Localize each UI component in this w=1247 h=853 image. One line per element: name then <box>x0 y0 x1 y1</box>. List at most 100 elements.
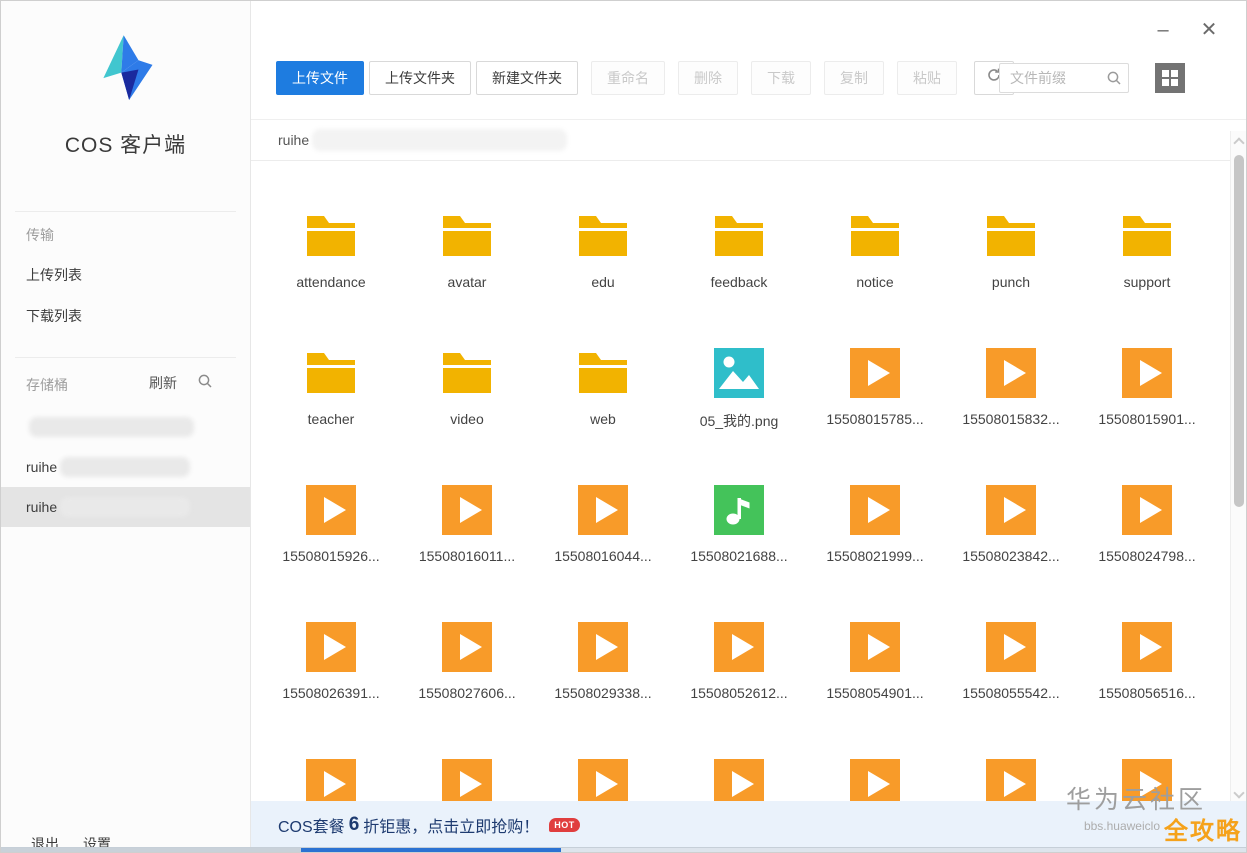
file-label: 15508055542... <box>943 685 1079 701</box>
minimize-button[interactable]: – <box>1150 17 1176 43</box>
file-label: 15508027606... <box>399 685 535 701</box>
video-icon <box>263 622 399 672</box>
file-item[interactable] <box>1079 709 1215 801</box>
video-icon <box>943 622 1079 672</box>
breadcrumb-bucket-name: ruihe <box>278 132 309 148</box>
video-icon <box>943 759 1079 801</box>
file-item[interactable]: 05_我的.png <box>671 298 807 435</box>
file-item[interactable] <box>943 709 1079 801</box>
file-item[interactable]: 15508024798... <box>1079 435 1215 572</box>
file-item[interactable]: feedback <box>671 161 807 298</box>
file-item[interactable]: 15508027606... <box>399 572 535 709</box>
sidebar-item-upload-list[interactable]: 上传列表 <box>26 265 82 285</box>
toolbar: 上传文件上传文件夹新建文件夹重命名删除下载复制粘贴 <box>276 61 1223 95</box>
folder-icon <box>807 211 943 261</box>
scrollbar-thumb[interactable] <box>1234 155 1244 507</box>
toolbar-button: 重命名 <box>591 61 665 95</box>
promo-text-after: 折钜惠，点击立即抢购！ <box>363 813 539 837</box>
breadcrumb[interactable]: ruihe <box>251 119 1247 161</box>
file-item[interactable] <box>263 709 399 801</box>
file-item[interactable]: 15508021688... <box>671 435 807 572</box>
file-item[interactable]: teacher <box>263 298 399 435</box>
folder-icon <box>263 211 399 261</box>
file-item[interactable]: 15508029338... <box>535 572 671 709</box>
vertical-scrollbar[interactable] <box>1230 131 1247 807</box>
video-icon <box>807 622 943 672</box>
video-icon <box>399 759 535 801</box>
file-item[interactable]: 15508015926... <box>263 435 399 572</box>
file-label: feedback <box>671 274 807 290</box>
file-item[interactable]: 15508023842... <box>943 435 1079 572</box>
bucket-item[interactable] <box>1 407 250 447</box>
sidebar-item-download-list[interactable]: 下载列表 <box>26 306 82 326</box>
file-label: 15508021999... <box>807 548 943 564</box>
promo-banner[interactable]: COS套餐 6 折钜惠，点击立即抢购！ HOT <box>251 801 1247 848</box>
file-item[interactable] <box>807 709 943 801</box>
close-button[interactable]: ✕ <box>1196 17 1222 43</box>
file-item[interactable]: attendance <box>263 161 399 298</box>
file-label: support <box>1079 274 1215 290</box>
grid-view-button[interactable] <box>1155 63 1185 93</box>
search-icon[interactable] <box>1106 70 1122 91</box>
file-item[interactable]: 15508021999... <box>807 435 943 572</box>
file-label: 15508024798... <box>1079 548 1215 564</box>
toolbar-button[interactable]: 上传文件夹 <box>369 61 471 95</box>
toolbar-button[interactable]: 新建文件夹 <box>476 61 578 95</box>
file-item[interactable]: 15508026391... <box>263 572 399 709</box>
file-item[interactable]: video <box>399 298 535 435</box>
bucket-item[interactable]: ruihe <box>1 487 250 527</box>
video-icon <box>1079 622 1215 672</box>
file-item[interactable]: 15508015785... <box>807 298 943 435</box>
file-item[interactable] <box>399 709 535 801</box>
file-item[interactable]: notice <box>807 161 943 298</box>
promo-text-before: COS套餐 <box>278 813 345 837</box>
divider <box>15 357 236 358</box>
scroll-up-icon[interactable] <box>1233 137 1244 148</box>
divider <box>15 211 236 212</box>
image-icon <box>671 348 807 398</box>
toolbar-button[interactable]: 上传文件 <box>276 61 364 95</box>
file-item[interactable]: 15508016011... <box>399 435 535 572</box>
video-icon <box>535 485 671 535</box>
video-icon <box>807 348 943 398</box>
toolbar-button: 粘贴 <box>897 61 957 95</box>
file-item[interactable]: 15508054901... <box>807 572 943 709</box>
file-item[interactable]: 15508016044... <box>535 435 671 572</box>
video-icon <box>943 348 1079 398</box>
file-label: 15508029338... <box>535 685 671 701</box>
bucket-item[interactable]: ruihe <box>1 447 250 487</box>
sidebar: COS 客户端 传输 上传列表 下载列表 存储桶 刷新 ruiheruihe 退… <box>1 1 251 853</box>
file-item[interactable] <box>671 709 807 801</box>
file-item[interactable]: 15508052612... <box>671 572 807 709</box>
file-item[interactable]: web <box>535 298 671 435</box>
file-label: teacher <box>263 411 399 427</box>
list-view-button[interactable] <box>1189 63 1219 93</box>
section-bucket-label: 存储桶 <box>26 375 68 395</box>
file-item[interactable]: avatar <box>399 161 535 298</box>
folder-icon <box>399 348 535 398</box>
file-item[interactable]: 15508015832... <box>943 298 1079 435</box>
file-item[interactable]: edu <box>535 161 671 298</box>
file-item[interactable]: 15508015901... <box>1079 298 1215 435</box>
file-label: 15508015901... <box>1079 411 1215 427</box>
bucket-search-icon[interactable] <box>197 373 213 394</box>
file-label: 15508015832... <box>943 411 1079 427</box>
folder-icon <box>671 211 807 261</box>
scroll-down-icon[interactable] <box>1233 787 1244 798</box>
video-icon <box>943 485 1079 535</box>
bottom-strip <box>1 847 1247 852</box>
bucket-refresh-button[interactable]: 刷新 <box>149 373 177 393</box>
strip-progress <box>301 848 561 853</box>
video-icon <box>263 759 399 801</box>
file-item[interactable]: support <box>1079 161 1215 298</box>
file-item[interactable] <box>535 709 671 801</box>
file-item[interactable]: punch <box>943 161 1079 298</box>
file-item[interactable]: 15508055542... <box>943 572 1079 709</box>
file-label: edu <box>535 274 671 290</box>
file-item[interactable]: 15508056516... <box>1079 572 1215 709</box>
toolbar-button: 下载 <box>751 61 811 95</box>
file-label: 15508016011... <box>399 548 535 564</box>
redacted-text <box>312 129 567 151</box>
file-label: 05_我的.png <box>671 411 807 431</box>
folder-icon <box>263 348 399 398</box>
